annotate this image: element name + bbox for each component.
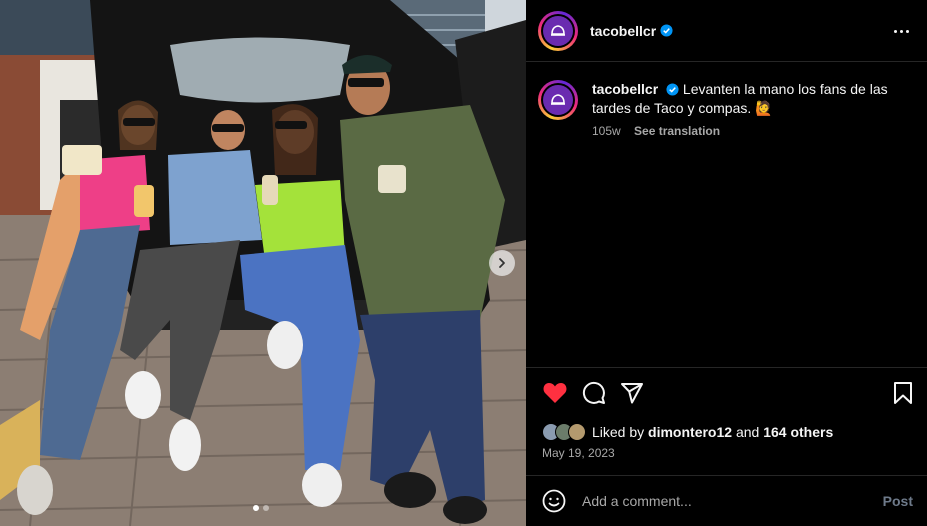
caption-body: tacobellcr Levanten la mano los fans de … bbox=[592, 80, 912, 138]
taco-bell-logo-icon bbox=[551, 24, 565, 36]
post-panel: tacobellcr tacobellcr Levanten la mano l… bbox=[526, 0, 927, 526]
carousel-indicator bbox=[253, 505, 269, 511]
photo-scene bbox=[0, 0, 526, 526]
verified-icon bbox=[666, 83, 679, 96]
likes-summary: Liked by dimontero12 and 164 others bbox=[542, 423, 833, 441]
caption-avatar[interactable] bbox=[538, 80, 578, 120]
comment-icon[interactable] bbox=[582, 381, 606, 405]
caption: tacobellcr Levanten la mano los fans de … bbox=[538, 80, 918, 138]
carousel-dot-2 bbox=[263, 505, 269, 511]
caption-meta: 105w See translation bbox=[592, 124, 912, 138]
avatar[interactable] bbox=[538, 10, 578, 51]
action-bar bbox=[540, 381, 916, 407]
post-comment-button[interactable]: Post bbox=[883, 493, 913, 509]
liked-by-user[interactable]: dimontero12 bbox=[648, 424, 732, 440]
liked-by-and: and bbox=[735, 424, 760, 440]
verified-icon bbox=[660, 24, 673, 37]
liked-by-prefix: Liked by bbox=[592, 424, 645, 440]
post-photo[interactable] bbox=[0, 0, 526, 526]
comment-bar: Add a comment... Post bbox=[526, 475, 927, 526]
carousel-next-button[interactable] bbox=[489, 250, 515, 276]
liker-avatars[interactable] bbox=[542, 423, 586, 441]
share-icon[interactable] bbox=[620, 381, 644, 405]
bookmark-icon[interactable] bbox=[892, 381, 914, 405]
liked-by-others[interactable]: 164 others bbox=[763, 424, 833, 440]
chevron-right-icon bbox=[499, 258, 505, 268]
post-age: 105w bbox=[592, 124, 621, 138]
liker-avatar bbox=[568, 423, 586, 441]
emoji-icon[interactable] bbox=[542, 489, 566, 513]
more-icon[interactable] bbox=[889, 22, 913, 40]
taco-bell-logo-icon bbox=[551, 94, 565, 105]
heart-icon[interactable] bbox=[542, 381, 568, 405]
post-date[interactable]: May 19, 2023 bbox=[542, 446, 615, 460]
see-translation-link[interactable]: See translation bbox=[634, 124, 720, 138]
caption-text: tacobellcr Levanten la mano los fans de … bbox=[592, 80, 912, 118]
comment-input[interactable]: Add a comment... bbox=[582, 493, 862, 509]
raised-hand-emoji: 🙋 bbox=[755, 100, 773, 116]
header-username[interactable]: tacobellcr bbox=[590, 23, 656, 39]
post-header: tacobellcr bbox=[526, 0, 927, 62]
post-actions-section: Liked by dimontero12 and 164 others May … bbox=[526, 367, 927, 475]
carousel-dot-1 bbox=[253, 505, 259, 511]
caption-username[interactable]: tacobellcr bbox=[592, 81, 658, 97]
